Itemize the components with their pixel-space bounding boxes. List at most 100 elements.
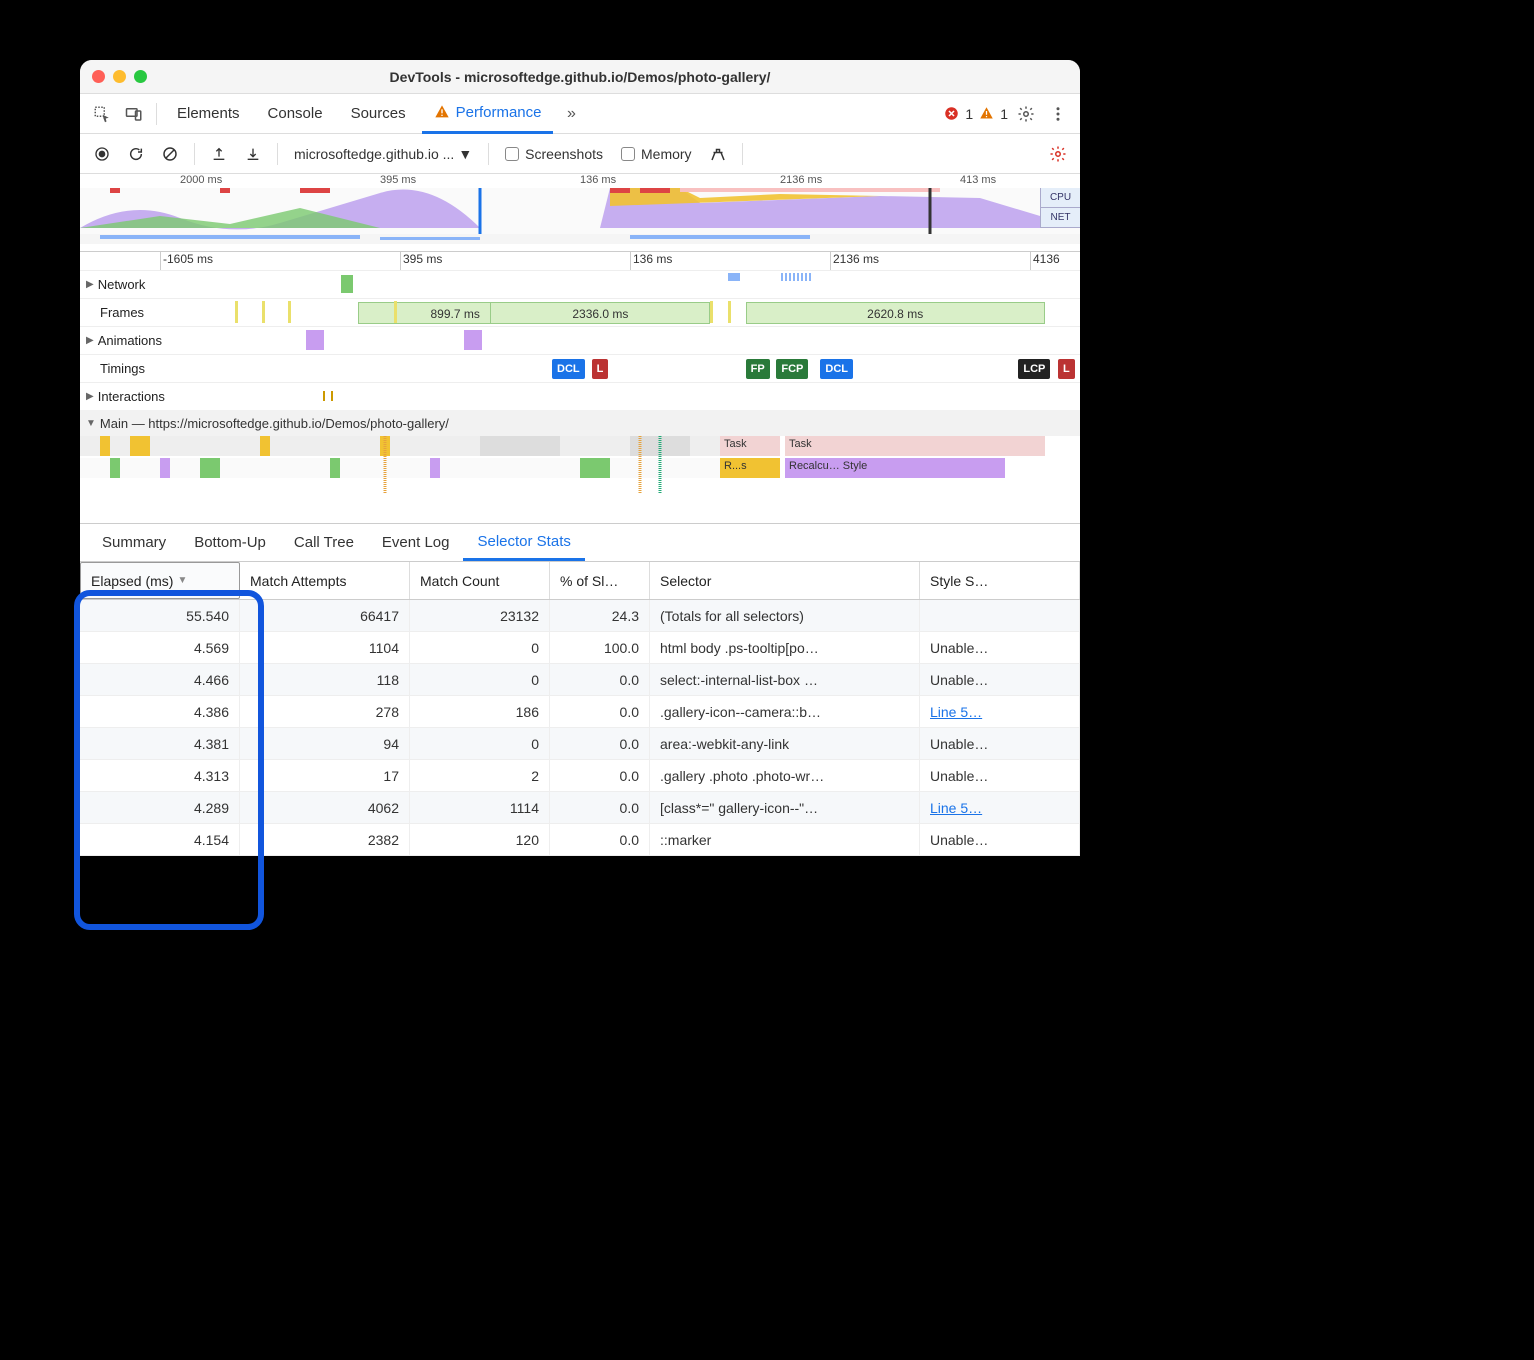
devtools-window: DevTools - microsoftedge.github.io/Demos…	[80, 60, 1080, 856]
capture-settings-icon[interactable]	[1044, 140, 1072, 168]
col-selector[interactable]: Selector	[650, 562, 920, 599]
track-network[interactable]: ▶Network	[80, 270, 1080, 298]
timing-marker[interactable]: FCP	[776, 359, 808, 379]
tabs-overflow-button[interactable]: »	[557, 100, 585, 128]
cell-stylesheet: Line 5…	[920, 696, 1080, 727]
tab-selector-stats[interactable]: Selector Stats	[463, 524, 584, 561]
device-toolbar-icon[interactable]	[120, 100, 148, 128]
tab-console[interactable]: Console	[256, 94, 335, 134]
timing-marker[interactable]: DCL	[552, 359, 585, 379]
timing-marker[interactable]: L	[1058, 359, 1075, 379]
more-menu-icon[interactable]	[1044, 100, 1072, 128]
upload-profile-button[interactable]	[205, 140, 233, 168]
divider	[156, 103, 157, 125]
cell-elapsed: 4.381	[80, 728, 240, 759]
timing-marker[interactable]: FP	[746, 359, 770, 379]
cell-selector: [class*=" gallery-icon--"…	[650, 792, 920, 823]
table-row[interactable]: 4.3819400.0area:-webkit-any-linkUnable…	[80, 728, 1080, 760]
console-status[interactable]: 1 1	[944, 106, 1008, 122]
cell-stylesheet: Line 5…	[920, 792, 1080, 823]
table-row[interactable]: 55.540664172313224.3(Totals for all sele…	[80, 600, 1080, 632]
flame-bar[interactable]: Task	[785, 436, 1045, 456]
track-title: Animations	[98, 333, 162, 348]
divider	[194, 143, 195, 165]
col-pct-slow[interactable]: % of Sl…	[550, 562, 650, 599]
track-title: Timings	[100, 361, 145, 376]
download-profile-button[interactable]	[239, 140, 267, 168]
cell-attempts: 278	[240, 696, 410, 727]
ruler-tick: 395 ms	[380, 174, 416, 186]
recording-selector[interactable]: microsoftedge.github.io ... ▼	[288, 146, 478, 162]
tab-summary[interactable]: Summary	[88, 524, 180, 561]
cell-selector: area:-webkit-any-link	[650, 728, 920, 759]
cell-stylesheet: Unable…	[920, 824, 1080, 855]
cell-pct: 0.0	[550, 664, 650, 695]
cell-selector: (Totals for all selectors)	[650, 600, 920, 631]
timing-marker[interactable]: LCP	[1018, 359, 1050, 379]
traffic-lights	[92, 70, 147, 83]
table-row[interactable]: 4.46611800.0select:-internal-list-box …U…	[80, 664, 1080, 696]
divider	[277, 143, 278, 165]
timing-marker[interactable]: L	[592, 359, 609, 379]
tab-event-log[interactable]: Event Log	[368, 524, 464, 561]
cell-elapsed: 4.154	[80, 824, 240, 855]
tab-call-tree[interactable]: Call Tree	[280, 524, 368, 561]
track-timings[interactable]: Timings DCL L FP FCP DCL LCP L	[80, 354, 1080, 382]
cell-pct: 0.0	[550, 696, 650, 727]
tab-label: Performance	[456, 104, 542, 121]
clear-button[interactable]	[156, 140, 184, 168]
window-close-button[interactable]	[92, 70, 105, 83]
checkbox-label: Screenshots	[525, 146, 603, 162]
col-elapsed[interactable]: Elapsed (ms) ▼	[80, 562, 240, 599]
table-row[interactable]: 4.3862781860.0.gallery-icon--camera::b…L…	[80, 696, 1080, 728]
cell-stylesheet: Unable…	[920, 664, 1080, 695]
timing-marker[interactable]: DCL	[820, 359, 853, 379]
frame-span[interactable]: 2620.8 ms	[746, 302, 1045, 324]
settings-icon[interactable]	[1012, 100, 1040, 128]
reload-record-button[interactable]	[122, 140, 150, 168]
cell-elapsed: 4.313	[80, 760, 240, 791]
dropdown-icon: ▼	[458, 146, 472, 162]
main-thread-header[interactable]: ▼ Main — https://microsoftedge.github.io…	[80, 410, 1080, 436]
track-interactions[interactable]: ▶Interactions	[80, 382, 1080, 410]
window-minimize-button[interactable]	[113, 70, 126, 83]
window-maximize-button[interactable]	[134, 70, 147, 83]
tab-sources[interactable]: Sources	[339, 94, 418, 134]
timeline-overview[interactable]: 2000 ms 395 ms 136 ms 2136 ms 413 ms	[80, 174, 1080, 252]
error-icon	[944, 106, 959, 121]
screenshots-checkbox[interactable]: Screenshots	[499, 146, 609, 162]
track-frames[interactable]: Frames 899.7 ms2336.0 ms2620.8 ms	[80, 298, 1080, 326]
inspect-element-icon[interactable]	[88, 100, 116, 128]
tab-performance[interactable]: Performance	[422, 94, 554, 134]
table-row[interactable]: 4.289406211140.0[class*=" gallery-icon--…	[80, 792, 1080, 824]
table-row[interactable]: 4.15423821200.0::markerUnable…	[80, 824, 1080, 856]
col-match-count[interactable]: Match Count	[410, 562, 550, 599]
stylesheet-link[interactable]: Line 5…	[930, 704, 982, 720]
track-animations[interactable]: ▶Animations	[80, 326, 1080, 354]
garbage-collect-button[interactable]	[704, 140, 732, 168]
cpu-label: CPU	[1040, 188, 1080, 208]
memory-checkbox[interactable]: Memory	[615, 146, 698, 162]
main-flame-rows[interactable]: TaskTaskR...sRecalcu… Style	[80, 436, 1080, 494]
error-count: 1	[965, 106, 973, 122]
flame-bar[interactable]: Task	[720, 436, 780, 456]
table-row[interactable]: 4.3131720.0.gallery .photo .photo-wr…Una…	[80, 760, 1080, 792]
record-button[interactable]	[88, 140, 116, 168]
flamechart-panel[interactable]: -1605 ms 395 ms 136 ms 2136 ms 4136 ▶Net…	[80, 252, 1080, 524]
stylesheet-link[interactable]: Line 5…	[930, 800, 982, 816]
cell-elapsed: 55.540	[80, 600, 240, 631]
tab-label: Console	[268, 105, 323, 122]
flame-bar[interactable]: R...s	[720, 458, 780, 478]
flame-bar[interactable]: Recalcu… Style	[785, 458, 1005, 478]
cell-stylesheet: Unable…	[920, 632, 1080, 663]
tab-label: Sources	[351, 105, 406, 122]
warning-icon	[979, 106, 994, 121]
frame-span[interactable]: 2336.0 ms	[490, 302, 710, 324]
tab-bottom-up[interactable]: Bottom-Up	[180, 524, 280, 561]
tab-elements[interactable]: Elements	[165, 94, 252, 134]
cell-count: 0	[410, 664, 550, 695]
overview-side-labels: CPU NET	[1040, 188, 1080, 228]
col-match-attempts[interactable]: Match Attempts	[240, 562, 410, 599]
table-row[interactable]: 4.56911040100.0html body .ps-tooltip[po……	[80, 632, 1080, 664]
col-stylesheet[interactable]: Style S…	[920, 562, 1080, 599]
